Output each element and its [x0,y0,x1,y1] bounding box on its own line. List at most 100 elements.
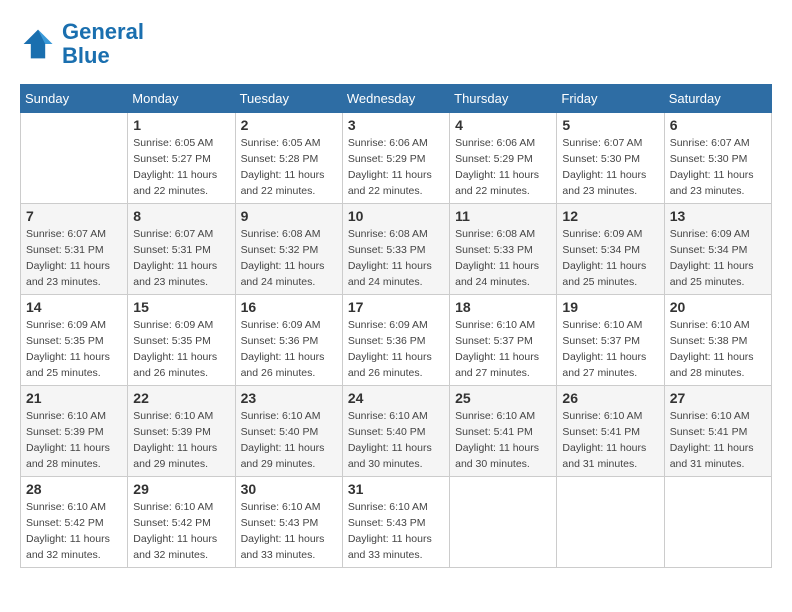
day-info: Sunrise: 6:08 AMSunset: 5:33 PMDaylight:… [455,227,551,290]
day-cell: 8 Sunrise: 6:07 AMSunset: 5:31 PMDaylight… [128,204,235,295]
header-row: SundayMondayTuesdayWednesdayThursdayFrid… [21,85,772,113]
logo-text: GeneralBlue [62,20,144,68]
day-number: 22 [133,390,229,406]
day-cell: 12 Sunrise: 6:09 AMSunset: 5:34 PMDayligh… [557,204,664,295]
day-number: 19 [562,299,658,315]
logo: GeneralBlue [20,20,144,68]
day-info: Sunrise: 6:10 AMSunset: 5:41 PMDaylight:… [670,409,766,472]
day-number: 20 [670,299,766,315]
day-info: Sunrise: 6:10 AMSunset: 5:41 PMDaylight:… [455,409,551,472]
day-info: Sunrise: 6:10 AMSunset: 5:42 PMDaylight:… [26,500,122,563]
day-cell: 2 Sunrise: 6:05 AMSunset: 5:28 PMDaylight… [235,113,342,204]
header-cell-thursday: Thursday [450,85,557,113]
day-info: Sunrise: 6:10 AMSunset: 5:37 PMDaylight:… [562,318,658,381]
day-number: 1 [133,117,229,133]
day-info: Sunrise: 6:09 AMSunset: 5:35 PMDaylight:… [133,318,229,381]
week-row-5: 28Sunrise: 6:10 AMSunset: 5:42 PMDayligh… [21,477,772,568]
day-number: 18 [455,299,551,315]
day-number: 30 [241,481,337,497]
calendar-table: SundayMondayTuesdayWednesdayThursdayFrid… [20,84,772,568]
day-info: Sunrise: 6:10 AMSunset: 5:43 PMDaylight:… [241,500,337,563]
week-row-1: 1 Sunrise: 6:05 AMSunset: 5:27 PMDaylight… [21,113,772,204]
day-info: Sunrise: 6:10 AMSunset: 5:39 PMDaylight:… [26,409,122,472]
day-cell: 30 Sunrise: 6:10 AMSunset: 5:43 PMDayligh… [235,477,342,568]
day-number: 6 [670,117,766,133]
day-cell: 6 Sunrise: 6:07 AMSunset: 5:30 PMDaylight… [664,113,771,204]
day-cell: 21 Sunrise: 6:10 AMSunset: 5:39 PMDayligh… [21,386,128,477]
day-number: 12 [562,208,658,224]
day-cell: 15 Sunrise: 6:09 AMSunset: 5:35 PMDayligh… [128,295,235,386]
day-number: 26 [562,390,658,406]
day-number: 2 [241,117,337,133]
day-cell: 22Sunrise: 6:10 AMSunset: 5:39 PMDayligh… [128,386,235,477]
day-number: 23 [241,390,337,406]
day-info: Sunrise: 6:07 AMSunset: 5:31 PMDaylight:… [26,227,122,290]
day-info: Sunrise: 6:10 AMSunset: 5:40 PMDaylight:… [348,409,444,472]
day-number: 16 [241,299,337,315]
day-number: 4 [455,117,551,133]
day-number: 13 [670,208,766,224]
day-cell: 3 Sunrise: 6:06 AMSunset: 5:29 PMDaylight… [342,113,449,204]
page-header: GeneralBlue [20,20,772,68]
day-number: 29 [133,481,229,497]
day-info: Sunrise: 6:05 AMSunset: 5:28 PMDaylight:… [241,136,337,199]
day-cell: 29 Sunrise: 6:10 AMSunset: 5:42 PMDayligh… [128,477,235,568]
calendar-body: 1 Sunrise: 6:05 AMSunset: 5:27 PMDaylight… [21,113,772,568]
day-cell: 4 Sunrise: 6:06 AMSunset: 5:29 PMDaylight… [450,113,557,204]
day-cell: 20 Sunrise: 6:10 AMSunset: 5:38 PMDayligh… [664,295,771,386]
day-number: 14 [26,299,122,315]
day-info: Sunrise: 6:06 AMSunset: 5:29 PMDaylight:… [348,136,444,199]
day-number: 27 [670,390,766,406]
day-cell: 23 Sunrise: 6:10 AMSunset: 5:40 PMDayligh… [235,386,342,477]
day-cell: 19 Sunrise: 6:10 AMSunset: 5:37 PMDayligh… [557,295,664,386]
day-info: Sunrise: 6:10 AMSunset: 5:40 PMDaylight:… [241,409,337,472]
day-info: Sunrise: 6:06 AMSunset: 5:29 PMDaylight:… [455,136,551,199]
day-cell [21,113,128,204]
day-cell: 14 Sunrise: 6:09 AMSunset: 5:35 PMDayligh… [21,295,128,386]
day-info: Sunrise: 6:07 AMSunset: 5:31 PMDaylight:… [133,227,229,290]
day-info: Sunrise: 6:09 AMSunset: 5:34 PMDaylight:… [562,227,658,290]
day-number: 3 [348,117,444,133]
day-cell: 16Sunrise: 6:09 AMSunset: 5:36 PMDayligh… [235,295,342,386]
day-cell: 24 Sunrise: 6:10 AMSunset: 5:40 PMDayligh… [342,386,449,477]
day-number: 9 [241,208,337,224]
day-info: Sunrise: 6:08 AMSunset: 5:33 PMDaylight:… [348,227,444,290]
day-number: 21 [26,390,122,406]
day-number: 11 [455,208,551,224]
calendar-header: SundayMondayTuesdayWednesdayThursdayFrid… [21,85,772,113]
day-cell: 7 Sunrise: 6:07 AMSunset: 5:31 PMDaylight… [21,204,128,295]
day-number: 8 [133,208,229,224]
day-info: Sunrise: 6:09 AMSunset: 5:36 PMDaylight:… [348,318,444,381]
day-cell: 11 Sunrise: 6:08 AMSunset: 5:33 PMDayligh… [450,204,557,295]
header-cell-tuesday: Tuesday [235,85,342,113]
day-info: Sunrise: 6:07 AMSunset: 5:30 PMDaylight:… [670,136,766,199]
day-info: Sunrise: 6:09 AMSunset: 5:35 PMDaylight:… [26,318,122,381]
day-number: 7 [26,208,122,224]
day-cell: 25Sunrise: 6:10 AMSunset: 5:41 PMDayligh… [450,386,557,477]
day-cell: 18 Sunrise: 6:10 AMSunset: 5:37 PMDayligh… [450,295,557,386]
day-info: Sunrise: 6:05 AMSunset: 5:27 PMDaylight:… [133,136,229,199]
day-cell: 13Sunrise: 6:09 AMSunset: 5:34 PMDayligh… [664,204,771,295]
day-cell [664,477,771,568]
day-info: Sunrise: 6:10 AMSunset: 5:42 PMDaylight:… [133,500,229,563]
day-info: Sunrise: 6:10 AMSunset: 5:43 PMDaylight:… [348,500,444,563]
header-cell-friday: Friday [557,85,664,113]
day-info: Sunrise: 6:07 AMSunset: 5:30 PMDaylight:… [562,136,658,199]
day-info: Sunrise: 6:10 AMSunset: 5:37 PMDaylight:… [455,318,551,381]
day-info: Sunrise: 6:10 AMSunset: 5:38 PMDaylight:… [670,318,766,381]
day-cell: 5Sunrise: 6:07 AMSunset: 5:30 PMDaylight… [557,113,664,204]
day-cell: 28Sunrise: 6:10 AMSunset: 5:42 PMDayligh… [21,477,128,568]
day-cell: 31Sunrise: 6:10 AMSunset: 5:43 PMDayligh… [342,477,449,568]
day-cell: 26Sunrise: 6:10 AMSunset: 5:41 PMDayligh… [557,386,664,477]
day-cell: 9 Sunrise: 6:08 AMSunset: 5:32 PMDaylight… [235,204,342,295]
week-row-2: 7 Sunrise: 6:07 AMSunset: 5:31 PMDaylight… [21,204,772,295]
header-cell-saturday: Saturday [664,85,771,113]
week-row-4: 21 Sunrise: 6:10 AMSunset: 5:39 PMDayligh… [21,386,772,477]
day-number: 24 [348,390,444,406]
day-info: Sunrise: 6:08 AMSunset: 5:32 PMDaylight:… [241,227,337,290]
day-cell: 10Sunrise: 6:08 AMSunset: 5:33 PMDayligh… [342,204,449,295]
day-cell [557,477,664,568]
logo-icon [20,26,56,62]
day-number: 15 [133,299,229,315]
day-cell: 17Sunrise: 6:09 AMSunset: 5:36 PMDayligh… [342,295,449,386]
